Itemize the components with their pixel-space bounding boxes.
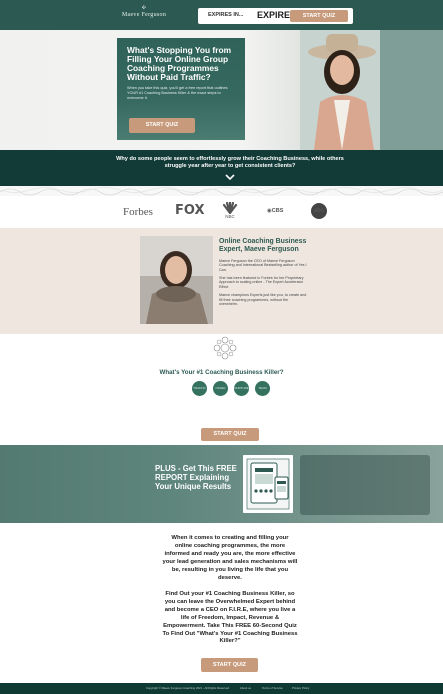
cbs-logo: ◉CBS	[267, 208, 284, 214]
ornament-icon	[213, 336, 237, 360]
footer-copyright: Copyright © Maeve Ferguson Coaching 2021…	[146, 686, 230, 690]
chevron-down-icon[interactable]	[225, 172, 235, 182]
free-report-section: PLUS - Get This FREE REPORT Explaining Y…	[0, 445, 443, 523]
wave-pattern-divider	[0, 186, 443, 196]
hero-title: What's Stopping You from Filling Your On…	[127, 45, 232, 82]
expires-label: EXPIRES IN...	[208, 12, 244, 18]
logo-text: Maeve Ferguson	[121, 12, 167, 18]
about-section: Online Coaching Business Expert, Maeve F…	[0, 228, 443, 334]
abc-logo: abc	[311, 203, 327, 219]
nbc-logo: NBC	[220, 202, 240, 219]
media-logos-row: Forbes FOX NBC ◉CBS abc	[0, 196, 443, 228]
fox-logo: FOX	[175, 203, 205, 218]
about-paragraph-1: Maeve Ferguson the CEO of Maeve Ferguson…	[219, 258, 307, 272]
quiz-title: What's Your #1 Coaching Business Killer?	[159, 369, 284, 376]
hero-portrait-image	[300, 30, 443, 150]
hero-section: What's Stopping You from Filling Your On…	[0, 30, 443, 150]
bottom-paragraph-1: When it comes to creating and filling yo…	[162, 535, 298, 581]
author-photo-image	[140, 236, 213, 324]
background-desk-image	[300, 455, 430, 515]
quiz-option-offer[interactable]: OFFER	[213, 381, 228, 396]
about-paragraph-2: She has been featured in Forbes for her …	[219, 276, 304, 289]
bottom-copy-section: When it comes to creating and filling yo…	[0, 523, 443, 683]
countdown-bar: EXPIRES IN... EXPIRED START QUIZ	[198, 8, 353, 24]
header-start-quiz-button[interactable]: START QUIZ	[290, 10, 348, 22]
footer-link-privacy[interactable]: Privacy Policy	[292, 683, 309, 694]
hero-card: What's Stopping You from Filling Your On…	[117, 38, 245, 140]
quiz-option-traffic[interactable]: TRAFFIC	[192, 381, 207, 396]
forbes-logo: Forbes	[123, 206, 153, 218]
bottom-paragraph-2: Find Out your #1 Coaching Business Kille…	[162, 591, 298, 645]
report-mockup-image	[243, 455, 293, 513]
question-band: Why do some people seem to effortlessly …	[0, 150, 443, 186]
hero-start-quiz-button[interactable]: START QUIZ	[129, 118, 195, 133]
quiz-section: What's Your #1 Coaching Business Killer?…	[0, 334, 443, 445]
peacock-icon	[222, 202, 238, 214]
quiz-option-team[interactable]: TEAM	[255, 381, 270, 396]
nbc-logo-text: NBC	[225, 214, 235, 219]
about-paragraph-3: Maeve champions Experts just like you, t…	[219, 293, 307, 307]
brand-logo[interactable]: ✣ Maeve Ferguson	[114, 6, 174, 18]
band-text: Why do some people seem to effortlessly …	[116, 156, 344, 169]
top-header: ✣ Maeve Ferguson EXPIRES IN... EXPIRED S…	[0, 0, 443, 30]
about-info: Online Coaching Business Expert, Maeve F…	[219, 238, 307, 306]
about-title: Online Coaching Business Expert, Maeve F…	[219, 238, 307, 254]
hero-description: When you take this quiz, you'll get a fr…	[127, 86, 228, 100]
free-report-text: PLUS - Get This FREE REPORT Explaining Y…	[155, 464, 237, 491]
quiz-option-nurture[interactable]: NURTURE	[234, 381, 249, 396]
bottom-start-quiz-button[interactable]: START QUIZ	[201, 658, 258, 672]
footer-link-terms[interactable]: Terms of Service	[262, 683, 283, 694]
footer: Copyright © Maeve Ferguson Coaching 2021…	[0, 683, 443, 694]
footer-link-about[interactable]: About us	[240, 683, 251, 694]
quiz-start-quiz-button[interactable]: START QUIZ	[201, 428, 259, 441]
